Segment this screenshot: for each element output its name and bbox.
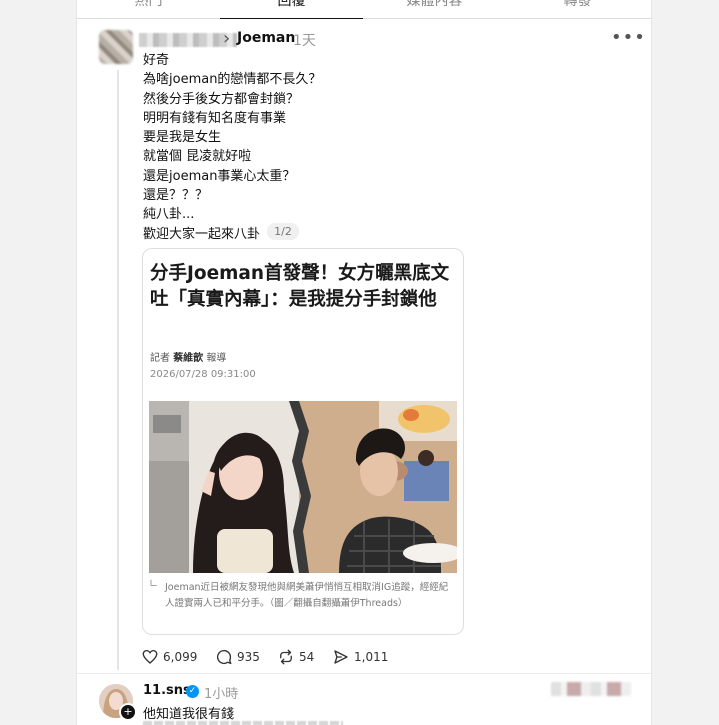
post-line: 純八卦... — [143, 207, 195, 223]
post-line: 還是？？？ — [143, 188, 209, 204]
post-divider — [77, 673, 651, 674]
carousel-page-indicator: 1/2 — [267, 223, 299, 240]
share-button[interactable]: 1,011 — [332, 648, 388, 666]
threads-feed-panel: 熱門 回覆 媒體內容 轉發 › Joeman 1天 ••• 好奇 為啥joema… — [76, 0, 652, 725]
article-photo — [149, 401, 457, 573]
post-line: 為啥joeman的戀情都不長久？ — [143, 72, 322, 88]
post-body: 好奇 為啥joeman的戀情都不長久？ 然後分手後女方都會封鎖？ 明明有錢有知名… — [143, 51, 603, 244]
reply-time: 1小時 — [204, 687, 239, 702]
repost-icon — [280, 649, 292, 665]
blurred-region — [551, 682, 631, 696]
post-line: 然後分手後女方都會封鎖？ — [143, 91, 300, 107]
author-avatar[interactable] — [99, 30, 133, 64]
reply-text: 他知道我很有錢 — [143, 707, 235, 722]
post-line: 好奇 — [143, 53, 170, 68]
tab-reposts[interactable]: 轉發 — [506, 0, 649, 18]
more-options-icon[interactable]: ••• — [611, 27, 646, 48]
thread-connector-line — [117, 70, 119, 670]
share-count: 1,011 — [354, 650, 389, 664]
repost-count: 54 — [299, 650, 315, 664]
post-line: 要是我是女生 — [143, 130, 222, 146]
heart-icon — [142, 649, 158, 664]
post-line: 歡迎大家一起來八卦 — [143, 226, 261, 242]
reporter-name: 蔡維歆 — [173, 353, 204, 364]
post-line: 明明有錢有知名度有事業 — [143, 110, 287, 126]
post-line: 還是joeman事業心太重？ — [143, 168, 296, 184]
send-icon — [334, 650, 348, 664]
article-photo-caption: Joeman近日被網友發現他與網美蕭伊悄悄互相取消IG追蹤，經經紀人證實兩人已和… — [165, 582, 449, 609]
reply-target-username[interactable]: Joeman — [237, 30, 295, 46]
profile-tab-bar: 熱門 回覆 媒體內容 轉發 — [77, 0, 651, 19]
reply-username[interactable]: 11.sns — [143, 683, 191, 698]
post-line: 就當個 昆凌就好啦 — [143, 149, 252, 165]
article-byline: 記者 蔡維歆 報導 — [150, 349, 226, 364]
follow-plus-icon[interactable]: + — [119, 703, 137, 721]
article-headline: 分手Joeman首發聲！女方曬黑底文吐「真實內幕」：是我提分手封鎖他 — [150, 263, 450, 310]
article-date: 2026/07/28 09:31:00 — [150, 369, 256, 380]
tab-replies[interactable]: 回覆 — [220, 0, 363, 19]
reply-text-cutoff — [143, 721, 343, 725]
verified-badge-icon: ✓ — [186, 685, 199, 698]
byline-prefix: 記者 — [150, 353, 170, 364]
tab-popular[interactable]: 熱門 — [77, 0, 220, 18]
article-image-card[interactable]: 分手Joeman首發聲！女方曬黑底文吐「真實內幕」：是我提分手封鎖他 記者 蔡維… — [142, 248, 464, 635]
reply-arrow-icon: › — [223, 28, 231, 49]
repost-button[interactable]: 54 — [277, 648, 314, 666]
byline-suffix: 報導 — [206, 353, 227, 364]
comment-icon — [216, 649, 232, 665]
comment-button[interactable]: 935 — [215, 648, 260, 666]
like-button[interactable]: 6,099 — [141, 648, 197, 666]
like-count: 6,099 — [163, 650, 198, 664]
tab-media[interactable]: 媒體內容 — [363, 0, 506, 18]
post-time: 1天 — [293, 33, 316, 49]
caption-marker-icon: ∟ — [149, 577, 159, 590]
comment-count: 935 — [237, 650, 260, 664]
